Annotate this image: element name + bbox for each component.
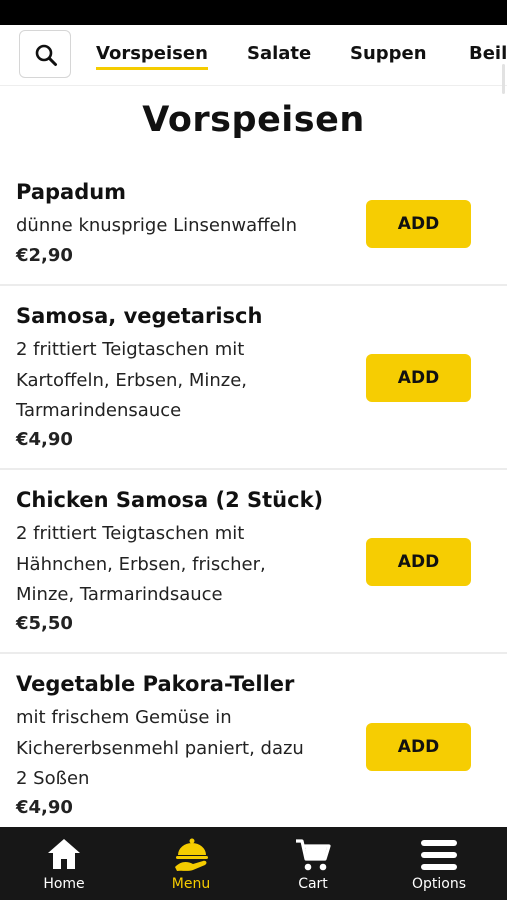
item-name: Vegetable Pakora-Teller [16,672,295,696]
cloche-icon [175,838,208,871]
status-bar [0,0,507,25]
item-name: Chicken Samosa (2 Stück) [16,488,324,512]
nav-options[interactable]: Options [376,827,502,900]
item-price: €4,90 [16,797,73,818]
nav-label: Home [43,876,85,892]
menu-item: Papadum dünne knusprige Linsenwaffeln €2… [0,165,507,286]
item-price: €2,90 [16,245,73,266]
tab-vorspeisen[interactable]: Vorspeisen [96,43,208,70]
nav-menu[interactable]: Menu [128,827,254,900]
item-description: 2 frittiert Teigtaschen mit Kartoffeln, … [16,335,346,427]
menu-lines-icon [421,840,457,870]
category-bar: Vorspeisen Salate Suppen Beilagen [0,25,507,86]
nav-home[interactable]: Home [1,827,127,900]
page-title: Vorspeisen [142,100,365,140]
item-price: €4,90 [16,429,73,450]
item-description-line: Hähnchen, Erbsen, frischer, [16,553,266,575]
item-description: 2 frittiert Teigtaschen mit Hähnchen, Er… [16,519,346,611]
scrollbar[interactable] [502,64,505,94]
item-description-line: dünne knusprige Linsenwaffeln [16,215,298,236]
tab-salate[interactable]: Salate [247,43,311,64]
item-description-line: Kartoffeln, Erbsen, Minze, [16,369,248,391]
add-button[interactable]: ADD [366,538,471,586]
item-description-line: 2 frittiert Teigtaschen mit [16,339,245,360]
item-name: Samosa, vegetarisch [16,304,263,328]
item-description-line: Minze, Tarmarindsauce [16,584,223,605]
nav-label: Options [411,876,467,892]
item-price: €5,50 [16,613,73,634]
nav-cart[interactable]: Cart [250,827,376,900]
add-button[interactable]: ADD [366,723,471,771]
item-description: dünne knusprige Linsenwaffeln [16,211,346,242]
nav-label: Cart [298,876,328,892]
item-description-line: Tarmarindensauce [16,400,182,421]
cart-icon [296,839,331,871]
nav-label: Menu [171,876,211,892]
search-icon [35,44,57,66]
menu-item: Vegetable Pakora-Teller mit frischem Gem… [0,654,507,834]
home-icon [48,839,80,869]
item-description-line: 2 frittiert Teigtaschen mit [16,523,245,544]
add-button[interactable]: ADD [366,354,471,402]
item-description: mit frischem Gemüse in Kichererbsenmehl … [16,703,346,795]
item-description-line: mit frischem Gemüse in [16,707,232,728]
menu-item: Samosa, vegetarisch 2 frittiert Teigtasc… [0,286,507,470]
tab-suppen[interactable]: Suppen [350,43,427,64]
add-button[interactable]: ADD [366,200,471,248]
tab-beilagen[interactable]: Beilagen [469,43,507,64]
menu-item: Chicken Samosa (2 Stück) 2 frittiert Tei… [0,470,507,654]
item-description-line: Kichererbsenmehl paniert, dazu [16,737,304,759]
search-button[interactable] [19,30,71,78]
bottom-navigation: Home Menu Cart Options [0,827,507,900]
item-name: Papadum [16,180,127,204]
item-description-line: 2 Soßen [16,768,90,789]
